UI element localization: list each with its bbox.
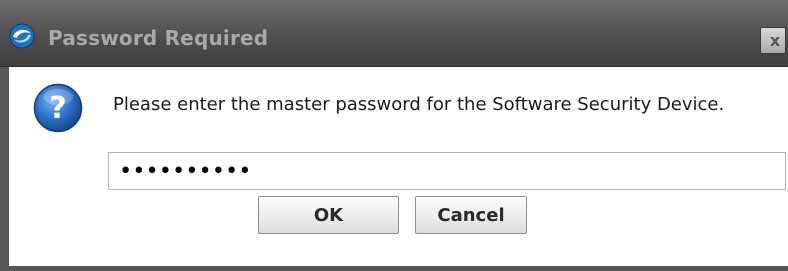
app-logo-icon <box>9 23 35 49</box>
window-frame-bottom <box>0 266 788 271</box>
master-password-input[interactable] <box>108 152 786 190</box>
ok-button[interactable]: OK <box>258 196 399 234</box>
close-icon: x <box>769 30 781 50</box>
close-button[interactable]: x <box>760 27 786 54</box>
title-bar[interactable]: Password Required x <box>0 0 788 67</box>
password-required-dialog: Password Required x ? Please enter the m… <box>0 0 788 271</box>
question-icon: ? <box>33 83 83 133</box>
prompt-message: Please enter the master password for the… <box>113 94 725 115</box>
cancel-button[interactable]: Cancel <box>415 196 527 234</box>
window-frame-left <box>0 67 9 271</box>
dialog-title: Password Required <box>48 26 269 50</box>
svg-text:?: ? <box>49 91 66 126</box>
